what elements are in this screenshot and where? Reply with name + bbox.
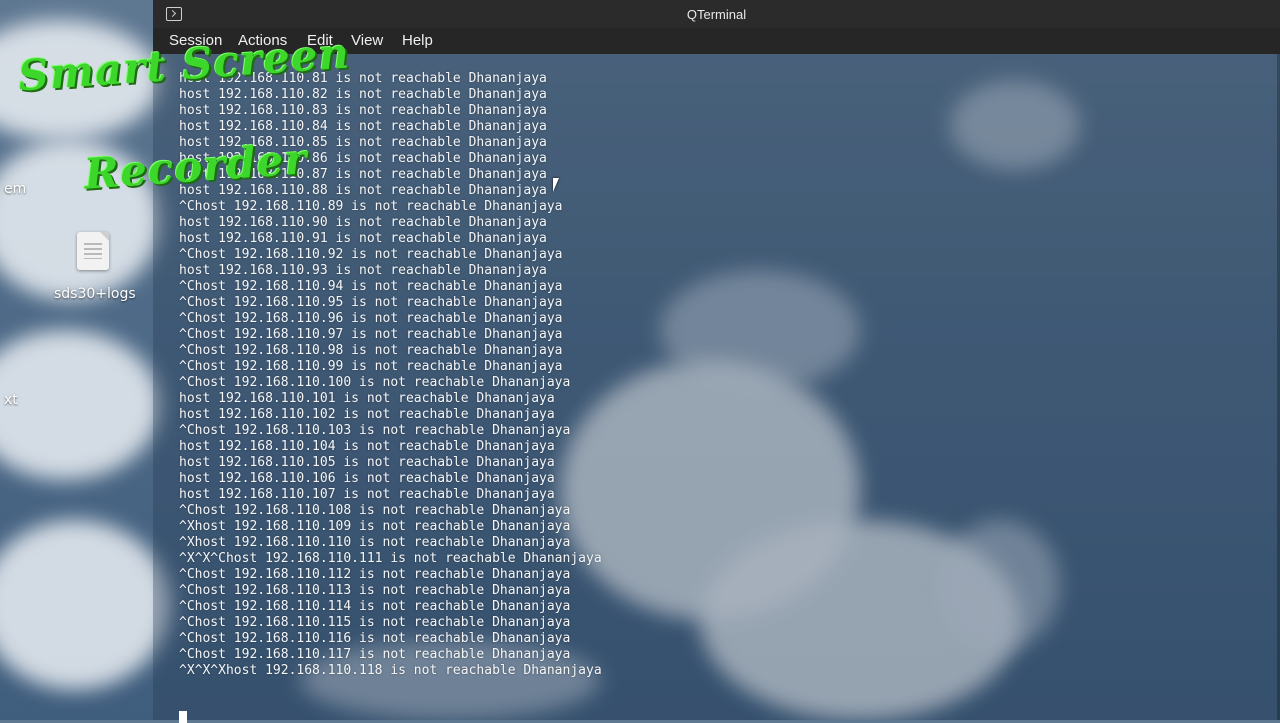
window-titlebar[interactable]: QTerminal (153, 0, 1280, 28)
terminal-line: ^Chost 192.168.110.99 is not reachable D… (179, 359, 563, 374)
terminal-line: host 192.168.110.105 is not reachable Dh… (179, 455, 555, 470)
menu-view[interactable]: View (351, 32, 383, 49)
terminal-line: ^Chost 192.168.110.113 is not reachable … (179, 583, 571, 598)
terminal-line: host 192.168.110.106 is not reachable Dh… (179, 471, 555, 486)
terminal-line: host 192.168.110.104 is not reachable Dh… (179, 439, 555, 454)
terminal-line: ^Chost 192.168.110.116 is not reachable … (179, 631, 571, 646)
menu-help[interactable]: Help (402, 32, 433, 49)
text-file-icon[interactable] (77, 232, 109, 270)
terminal-line: host 192.168.110.90 is not reachable Dha… (179, 215, 547, 230)
terminal-line: ^Chost 192.168.110.92 is not reachable D… (179, 247, 563, 262)
terminal-line: host 192.168.110.91 is not reachable Dha… (179, 231, 547, 246)
terminal-line: ^Chost 192.168.110.98 is not reachable D… (179, 343, 563, 358)
terminal-line: ^Chost 192.168.110.96 is not reachable D… (179, 311, 563, 326)
terminal-line: ^Chost 192.168.110.115 is not reachable … (179, 615, 571, 630)
terminal-line: host 192.168.110.83 is not reachable Dha… (179, 103, 547, 118)
terminal-line: ^Chost 192.168.110.95 is not reachable D… (179, 295, 563, 310)
desktop-icon-label-partial[interactable]: xt (4, 392, 18, 408)
terminal-line: host 192.168.110.93 is not reachable Dha… (179, 263, 547, 278)
terminal-line: ^X^X^Chost 192.168.110.111 is not reacha… (179, 551, 602, 566)
terminal-line: ^Chost 192.168.110.94 is not reachable D… (179, 279, 563, 294)
terminal-line: host 192.168.110.82 is not reachable Dha… (179, 87, 547, 102)
window-title: QTerminal (686, 7, 747, 22)
terminal-line: ^Chost 192.168.110.108 is not reachable … (179, 503, 571, 518)
terminal-line: host 192.168.110.107 is not reachable Dh… (179, 487, 555, 502)
terminal-line: ^Xhost 192.168.110.109 is not reachable … (179, 519, 571, 534)
terminal-cursor (179, 711, 187, 723)
terminal-line: host 192.168.110.102 is not reachable Dh… (179, 407, 555, 422)
desktop-icon-label-partial[interactable]: em (4, 181, 26, 197)
terminal-output[interactable]: host 192.168.110.81 is not reachable Dha… (153, 54, 1280, 723)
terminal-line: host 192.168.110.84 is not reachable Dha… (179, 119, 547, 134)
terminal-line: host 192.168.110.101 is not reachable Dh… (179, 391, 555, 406)
desktop-icon-label-sds30-logs[interactable]: sds30+logs (54, 286, 136, 302)
terminal-line: ^Chost 192.168.110.89 is not reachable D… (179, 199, 563, 214)
terminal-line: ^Chost 192.168.110.103 is not reachable … (179, 423, 571, 438)
qterminal-window: QTerminal Session Actions Edit View Help… (153, 0, 1280, 723)
mouse-pointer-icon (553, 178, 559, 192)
terminal-line: ^Chost 192.168.110.100 is not reachable … (179, 375, 571, 390)
terminal-line: ^Chost 192.168.110.117 is not reachable … (179, 647, 571, 662)
terminal-line: ^Xhost 192.168.110.110 is not reachable … (179, 535, 571, 550)
terminal-line: ^Chost 192.168.110.112 is not reachable … (179, 567, 571, 582)
terminal-line: ^Chost 192.168.110.97 is not reachable D… (179, 327, 563, 342)
terminal-line: ^Chost 192.168.110.114 is not reachable … (179, 599, 571, 614)
terminal-line: ^X^X^Xhost 192.168.110.118 is not reacha… (179, 663, 602, 678)
